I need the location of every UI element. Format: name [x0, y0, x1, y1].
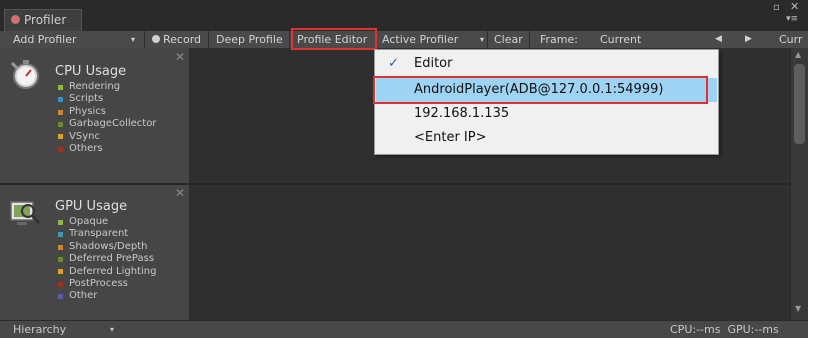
- clear-label: Clear: [494, 33, 523, 46]
- legend-label: Physics: [69, 105, 106, 117]
- legend-item[interactable]: Deferred Lighting: [58, 266, 156, 278]
- legend-swatch: [58, 134, 63, 140]
- cpu-legend: Rendering Scripts Physics GarbageCollect…: [58, 81, 156, 155]
- cpu-usage-title: CPU Usage: [55, 64, 127, 79]
- add-profiler-label: Add Profiler: [13, 33, 77, 46]
- legend-label: PostProcess: [69, 278, 128, 290]
- legend-item[interactable]: Shadows/Depth: [58, 241, 156, 253]
- legend-label: Opaque: [69, 216, 109, 227]
- scroll-down-icon[interactable]: ▼: [795, 304, 801, 313]
- legend-label: Deferred PrePass: [69, 253, 155, 265]
- gpu-usage-title: GPU Usage: [55, 199, 128, 214]
- active-profiler-dropdown[interactable]: Active Profiler ▾: [376, 31, 488, 48]
- gpu-monitor-icon: [10, 201, 41, 225]
- tab-title: Profiler: [24, 13, 67, 27]
- frame-label: Frame:: [540, 33, 578, 46]
- vertical-scrollbar[interactable]: ▲ ▼: [790, 48, 808, 320]
- close-icon[interactable]: ✕: [175, 186, 185, 200]
- legend-swatch: [58, 97, 63, 103]
- next-frame-icon[interactable]: ▶: [745, 31, 752, 48]
- frame-current-button[interactable]: Current: [600, 31, 641, 48]
- legend-label: Deferred Lighting: [69, 265, 157, 277]
- checkmark-icon: ✓: [388, 56, 399, 71]
- add-profiler-dropdown[interactable]: Add Profiler ▾: [0, 31, 145, 48]
- legend-item[interactable]: Rendering: [58, 81, 156, 93]
- legend-item[interactable]: Scripts: [58, 93, 156, 105]
- legend-label: VSync: [69, 130, 100, 142]
- menu-item-editor[interactable]: ✓ Editor: [376, 52, 717, 76]
- legend-item[interactable]: Transparent: [58, 228, 156, 240]
- legend-swatch: [58, 109, 63, 115]
- gpu-usage-graph[interactable]: [190, 185, 790, 320]
- chevron-down-icon: ▾: [131, 35, 136, 44]
- legend-item[interactable]: Other: [58, 290, 156, 302]
- legend-item[interactable]: GarbageCollector: [58, 118, 156, 130]
- cpu-usage-panel[interactable]: CPU Usage ✕ Rendering Scripts Physics Ga…: [0, 48, 190, 184]
- active-profiler-label: Active Profiler: [382, 33, 459, 46]
- stopwatch-icon: [10, 60, 39, 89]
- legend-swatch: [58, 84, 63, 90]
- chevron-down-icon: ▾: [480, 35, 485, 44]
- clear-button[interactable]: Clear: [488, 31, 530, 48]
- legend-label: GarbageCollector: [69, 118, 157, 130]
- legend-swatch: [58, 232, 63, 238]
- legend-swatch: [58, 244, 63, 250]
- close-icon[interactable]: ✕: [790, 0, 799, 13]
- gpu-usage-panel[interactable]: GPU Usage ✕ Opaque Transparent Shadows/D…: [0, 185, 190, 320]
- legend-swatch: [58, 281, 63, 287]
- menu-item-label: <Enter IP>: [414, 130, 487, 145]
- deep-profile-label: Deep Profile: [216, 33, 283, 46]
- gpu-legend: Opaque Transparent Shadows/Depth Deferre…: [58, 216, 156, 303]
- bottom-bar: Hierarchy ▾ CPU:--ms GPU:--ms: [0, 320, 808, 338]
- menu-item-ip-address[interactable]: 192.168.1.135: [376, 102, 717, 126]
- window-menu-icon[interactable]: ▾≡: [786, 14, 798, 24]
- legend-item[interactable]: VSync: [58, 131, 156, 143]
- profiler-tab-icon: [11, 15, 20, 24]
- view-mode-label: Hierarchy: [13, 323, 67, 336]
- legend-item[interactable]: Physics: [58, 106, 156, 118]
- previous-frame-icon[interactable]: ◀: [715, 31, 722, 48]
- highlight-profile-editor: [291, 28, 377, 50]
- legend-label: Scripts: [69, 93, 104, 105]
- legend-swatch: [58, 146, 63, 152]
- legend-label: Others: [69, 143, 103, 155]
- chevron-down-icon: ▾: [110, 325, 115, 334]
- legend-swatch: [58, 294, 63, 300]
- menu-item-label: Editor: [414, 56, 453, 71]
- legend-label: Other: [69, 290, 98, 302]
- scrollbar-thumb[interactable]: [794, 64, 805, 144]
- legend-label: Rendering: [69, 81, 121, 92]
- highlight-android-player: [373, 76, 708, 104]
- menu-item-enter-ip[interactable]: <Enter IP>: [376, 126, 717, 150]
- legend-swatch: [58, 219, 63, 225]
- legend-swatch: [58, 256, 63, 262]
- menu-item-label: 192.168.1.135: [414, 106, 510, 121]
- scroll-up-icon[interactable]: ▲: [795, 50, 801, 59]
- close-icon[interactable]: ✕: [175, 50, 185, 64]
- tab-profiler[interactable]: Profiler: [4, 9, 82, 31]
- current-frame-button[interactable]: Curr: [779, 31, 803, 48]
- legend-item[interactable]: Others: [58, 143, 156, 155]
- legend-item[interactable]: PostProcess: [58, 278, 156, 290]
- legend-item[interactable]: Deferred PrePass: [58, 253, 156, 265]
- record-button[interactable]: Record: [145, 31, 209, 48]
- record-label: Record: [163, 33, 202, 46]
- profiler-toolbar: Add Profiler ▾ Record Deep Profile Profi…: [0, 31, 808, 49]
- title-bar: Profiler ▫ ✕ ▾≡: [0, 0, 808, 31]
- record-icon: [152, 35, 160, 43]
- legend-swatch: [58, 269, 63, 275]
- maximize-icon[interactable]: ▫: [773, 2, 780, 13]
- frame-stats: CPU:--ms GPU:--ms: [670, 323, 779, 336]
- deep-profile-button[interactable]: Deep Profile: [209, 31, 290, 48]
- legend-label: Transparent: [69, 228, 129, 240]
- legend-swatch: [58, 121, 63, 127]
- legend-item[interactable]: Opaque: [58, 216, 156, 228]
- view-mode-dropdown[interactable]: Hierarchy ▾: [13, 321, 114, 338]
- legend-label: Shadows/Depth: [69, 240, 148, 252]
